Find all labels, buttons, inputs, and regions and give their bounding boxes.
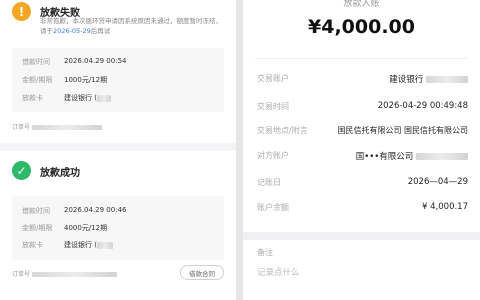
row-value: ¥ 4,000.17 xyxy=(422,202,468,212)
bank-name: 建设银行 xyxy=(389,75,424,85)
order-number: 订单号 xyxy=(12,269,117,278)
card-label: 放款卡 xyxy=(22,94,43,102)
counterparty-name: 国•••有限公司 xyxy=(355,152,414,162)
time-label: 借款时间 xyxy=(22,58,50,66)
note-label: 备注 xyxy=(257,248,273,257)
loan-records-panel: ! 放款失败 非常抱歉，本次循环贷申请因系统原因未通过，额度暂时冻结，请于202… xyxy=(0,0,236,300)
divider xyxy=(255,58,468,59)
amount-label: 金额/期限 xyxy=(22,76,53,84)
card-value: 建设银行 ( xyxy=(64,93,111,103)
note-input[interactable]: 记录点什么 xyxy=(257,266,300,278)
card-value: 建设银行 ( xyxy=(64,240,113,250)
card-bank: 建设银行 ( xyxy=(64,94,97,102)
masked-account xyxy=(426,76,468,83)
loan-info-box: 借款时间 2026.04.29 00:46 金额/期限 4000元/12期 放款… xyxy=(12,196,224,260)
masked-order-number xyxy=(31,125,102,130)
transaction-amount: ¥4,000.00 xyxy=(308,16,415,38)
exclamation-icon: ! xyxy=(12,2,31,21)
row-value: 国民信托有限公司 国民信托有限公司 xyxy=(337,126,468,135)
section-gap xyxy=(243,232,480,240)
row-label: 账户余额 xyxy=(257,203,289,212)
order-number: 订单号 xyxy=(12,122,102,131)
masked-card-number xyxy=(96,94,111,102)
loan-success-card[interactable]: ✓ 放款成功 借款时间 2026.04.29 00:46 金额/期限 4000元… xyxy=(0,151,236,300)
check-icon: ✓ xyxy=(12,161,31,180)
time-value: 2026.04.29 00:46 xyxy=(64,206,127,214)
row-label: 交易时间 xyxy=(257,102,289,111)
retry-date: 2026-05-29 xyxy=(53,27,91,35)
masked-order-number xyxy=(31,272,117,277)
amount-label: 金额/期限 xyxy=(22,224,53,232)
loan-info-box: 借款时间 2026.04.29 00:54 金额/期限 1000元/12期 放款… xyxy=(12,48,224,112)
amount-value: 4000元/12期 xyxy=(64,224,108,232)
fail-notice: 非常抱歉，本次循环贷申请因系统原因未通过，额度暂时冻结，请于2026-05-29… xyxy=(40,16,226,36)
amount-value: 1000元/12期 xyxy=(64,76,108,84)
time-label: 借款时间 xyxy=(22,207,50,215)
masked-card-number xyxy=(96,241,113,249)
transaction-detail-panel: 放款入账 ¥4,000.00 交易账户 建设银行 交易时间 2026-04-29… xyxy=(243,0,480,300)
time-value: 2026.04.29 00:54 xyxy=(64,57,127,65)
row-label: 交易账户 xyxy=(257,74,289,83)
order-label: 订单号 xyxy=(12,124,31,131)
row-label: 对方账户 xyxy=(257,151,289,160)
notice-suffix: 后再试 xyxy=(90,27,111,35)
row-value: 国•••有限公司 xyxy=(356,150,468,162)
row-value: 建设银行 xyxy=(389,73,468,85)
card-label: 放款卡 xyxy=(22,241,43,249)
status-title: 放款成功 xyxy=(40,168,80,179)
row-value: 2026-04-29 00:49:48 xyxy=(377,101,468,111)
row-label: 记账日 xyxy=(257,178,281,187)
loan-contract-button[interactable]: 借款合同 xyxy=(180,265,224,280)
masked-counterparty-account xyxy=(416,153,468,160)
card-bank: 建设银行 ( xyxy=(64,241,97,249)
amount-label: 放款入账 xyxy=(343,0,380,9)
row-value: 2026—04—29 xyxy=(407,177,468,187)
row-label: 交易地点/附言 xyxy=(257,126,308,135)
order-label: 订单号 xyxy=(12,271,31,278)
loan-failed-card[interactable]: ! 放款失败 非常抱歉，本次循环贷申请因系统原因未通过，额度暂时冻结，请于202… xyxy=(0,0,236,143)
